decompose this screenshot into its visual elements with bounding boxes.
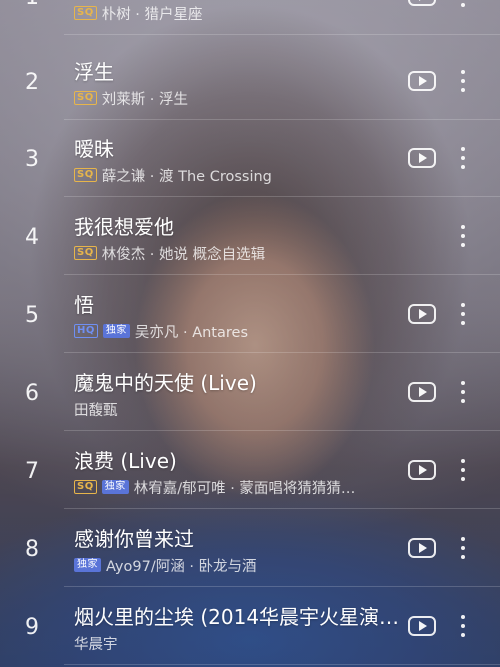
more-dot <box>461 303 465 307</box>
more-dot <box>461 79 465 83</box>
song-title: 烟火里的尘埃 (2014华晨宇火星演… <box>74 605 400 629</box>
more-dot <box>461 477 465 481</box>
song-row[interactable]: 5 悟 HQ 独家 吴亦凡 · Antares <box>0 275 500 353</box>
row-divider <box>64 664 500 665</box>
hq-quality-badge: HQ <box>74 324 98 338</box>
artist-album-text: 林俊杰 · 她说 概念自选辑 <box>101 246 266 263</box>
song-meta: SQ 独家 林宥嘉/郁可唯 · 蒙面唱将猜猜猜… <box>74 476 404 498</box>
more-dot <box>461 555 465 559</box>
track-number: 7 <box>25 459 39 484</box>
song-row[interactable]: 7 浪费 (Live) SQ 独家 林宥嘉/郁可唯 · 蒙面唱将猜猜猜… <box>0 431 500 509</box>
play-video-icon[interactable] <box>408 616 436 636</box>
more-dot <box>461 468 465 472</box>
more-vertical-icon[interactable] <box>455 224 471 248</box>
more-dot <box>461 399 465 403</box>
more-vertical-icon[interactable] <box>455 0 471 8</box>
song-meta: SQ 薛之谦 · 渡 The Crossing <box>74 164 404 186</box>
more-dot <box>461 459 465 463</box>
more-dot <box>461 615 465 619</box>
song-meta: 华晨宇 <box>74 632 404 654</box>
more-dot <box>461 537 465 541</box>
more-vertical-icon[interactable] <box>455 302 471 326</box>
song-row[interactable]: 6 魔鬼中的天使 (Live) 田馥甄 <box>0 353 500 431</box>
exclusive-badge: 独家 <box>101 480 129 494</box>
more-dot <box>461 243 465 247</box>
song-row[interactable]: 9 烟火里的尘埃 (2014华晨宇火星演… 华晨宇 <box>0 587 500 665</box>
play-video-icon[interactable] <box>408 148 436 168</box>
more-dot <box>461 624 465 628</box>
artist-album-text: Ayo97/阿涵 · 卧龙与酒 <box>106 558 257 575</box>
song-title: 魔鬼中的天使 (Live) <box>74 371 257 395</box>
track-number: 4 <box>25 225 39 250</box>
song-title: 浪费 (Live) <box>74 449 177 473</box>
artist-album-text: 朴树 · 猎户星座 <box>101 6 203 23</box>
more-dot <box>461 321 465 325</box>
sq-quality-badge: SQ <box>74 6 97 20</box>
more-dot <box>461 390 465 394</box>
song-title: 悟 <box>74 293 94 317</box>
track-number: 5 <box>25 303 39 328</box>
song-row[interactable]: 3 暧昧 SQ 薛之谦 · 渡 The Crossing <box>0 119 500 197</box>
track-number: 8 <box>25 537 39 562</box>
sq-quality-badge: SQ <box>74 168 97 182</box>
artist-album-text: 吴亦凡 · Antares <box>134 324 249 341</box>
track-number: 2 <box>25 70 39 95</box>
more-dot <box>461 70 465 74</box>
song-title: 我很想爱他 <box>74 215 174 239</box>
play-video-icon[interactable] <box>408 460 436 480</box>
song-meta: SQ 林俊杰 · 她说 概念自选辑 <box>74 242 404 264</box>
track-number: 6 <box>25 381 39 406</box>
play-video-icon[interactable] <box>408 0 436 6</box>
more-dot <box>461 147 465 151</box>
exclusive-badge: 独家 <box>102 324 130 338</box>
exclusive-badge: 独家 <box>74 558 101 572</box>
more-vertical-icon[interactable] <box>455 614 471 638</box>
song-meta: HQ 独家 吴亦凡 · Antares <box>74 320 404 342</box>
sq-quality-badge: SQ <box>74 480 97 494</box>
song-meta: 独家 Ayo97/阿涵 · 卧龙与酒 <box>74 554 404 576</box>
artist-album-text: 林宥嘉/郁可唯 · 蒙面唱将猜猜猜… <box>133 480 356 497</box>
more-vertical-icon[interactable] <box>455 69 471 93</box>
more-dot <box>461 546 465 550</box>
more-dot <box>461 88 465 92</box>
song-title: 暧昧 <box>74 137 114 161</box>
more-dot <box>461 312 465 316</box>
song-meta: SQ 朴树 · 猎户星座 <box>74 2 404 24</box>
more-dot <box>461 3 465 7</box>
song-list: 1 SQ 朴树 · 猎户星座 2 浮生 SQ 刘莱斯 · 浮生 3 暧昧 SQ 薛之谦 · 渡 Th… <box>0 0 500 667</box>
sq-quality-badge: SQ <box>74 91 97 105</box>
sq-quality-badge: SQ <box>74 246 97 260</box>
play-video-icon[interactable] <box>408 71 436 91</box>
more-dot <box>461 156 465 160</box>
track-number: 1 <box>14 0 50 10</box>
play-video-icon[interactable] <box>408 382 436 402</box>
song-row[interactable]: 8 感谢你曾来过独家 Ayo97/阿涵 · 卧龙与酒 <box>0 509 500 587</box>
artist-album-text: 薛之谦 · 渡 The Crossing <box>101 168 272 185</box>
song-row[interactable]: 1 SQ 朴树 · 猎户星座 <box>0 0 500 35</box>
more-vertical-icon[interactable] <box>455 380 471 404</box>
track-number: 3 <box>25 147 39 172</box>
play-video-icon[interactable] <box>408 304 436 324</box>
song-row[interactable]: 2 浮生 SQ 刘莱斯 · 浮生 <box>0 42 500 120</box>
more-vertical-icon[interactable] <box>455 458 471 482</box>
more-dot <box>461 633 465 637</box>
artist-album-text: 华晨宇 <box>74 636 118 653</box>
song-meta: 田馥甄 <box>74 398 404 420</box>
play-video-icon[interactable] <box>408 538 436 558</box>
artist-album-text: 刘莱斯 · 浮生 <box>101 91 189 108</box>
more-vertical-icon[interactable] <box>455 146 471 170</box>
artist-album-text: 田馥甄 <box>74 402 118 419</box>
more-dot <box>461 165 465 169</box>
song-meta: SQ 刘莱斯 · 浮生 <box>74 87 404 109</box>
song-row[interactable]: 4 我很想爱他 SQ 林俊杰 · 她说 概念自选辑 <box>0 197 500 275</box>
more-dot <box>461 234 465 238</box>
track-number: 9 <box>25 615 39 640</box>
song-title: 感谢你曾来过 <box>74 527 194 551</box>
more-vertical-icon[interactable] <box>455 536 471 560</box>
more-dot <box>461 381 465 385</box>
song-title: 浮生 <box>74 60 114 84</box>
row-divider <box>64 34 500 35</box>
more-dot <box>461 225 465 229</box>
